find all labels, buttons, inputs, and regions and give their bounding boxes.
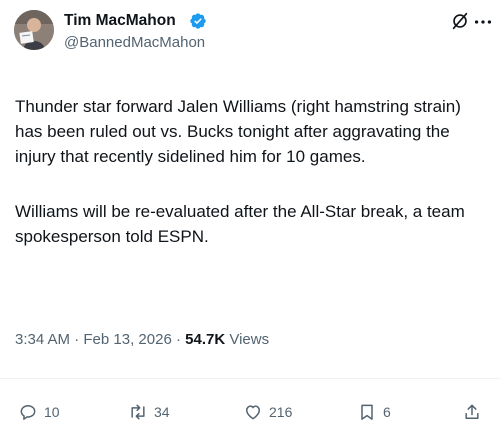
views-label: Views	[229, 331, 270, 348]
reply-button[interactable]: 10	[18, 401, 60, 423]
repost-button[interactable]: 34	[128, 401, 170, 423]
views-count: 54.7K	[185, 331, 226, 348]
tweet-time[interactable]: 3:34 AM	[15, 331, 70, 348]
share-button[interactable]	[462, 401, 482, 423]
author-name[interactable]: Tim MacMahon	[64, 11, 176, 31]
avatar[interactable]	[14, 10, 54, 50]
verified-badge-icon	[190, 13, 206, 29]
meta-separator: ·	[74, 331, 80, 348]
tweet-paragraph: Thunder star forward Jalen Williams (rig…	[15, 97, 461, 166]
avatar-image	[14, 10, 54, 50]
bookmark-count: 6	[383, 404, 391, 420]
like-button[interactable]: 216	[243, 401, 292, 423]
like-count: 216	[269, 404, 293, 420]
tweet: Tim MacMahon @BannedMacMahon Thunder sta…	[0, 0, 500, 440]
grok-icon[interactable]	[449, 10, 471, 32]
divider	[0, 378, 500, 379]
bookmark-button[interactable]: 6	[357, 401, 391, 423]
meta-separator: ·	[175, 331, 181, 348]
repost-count: 34	[154, 404, 170, 420]
more-options-icon[interactable]	[472, 12, 494, 32]
tweet-meta: 3:34 AM · Feb 13, 2026 · 54.7K Views	[15, 330, 269, 350]
share-icon	[465, 404, 479, 419]
reply-count: 10	[44, 404, 60, 420]
heart-icon	[246, 405, 260, 420]
tweet-date[interactable]: Feb 13, 2026	[83, 331, 171, 348]
reply-icon	[20, 405, 36, 420]
tweet-text: Thunder star forward Jalen Williams (rig…	[15, 94, 485, 249]
bookmark-icon	[361, 404, 373, 420]
repost-icon	[131, 404, 145, 420]
author-handle[interactable]: @BannedMacMahon	[64, 33, 205, 53]
tweet-paragraph: Williams will be re-evaluated after the …	[15, 202, 465, 246]
